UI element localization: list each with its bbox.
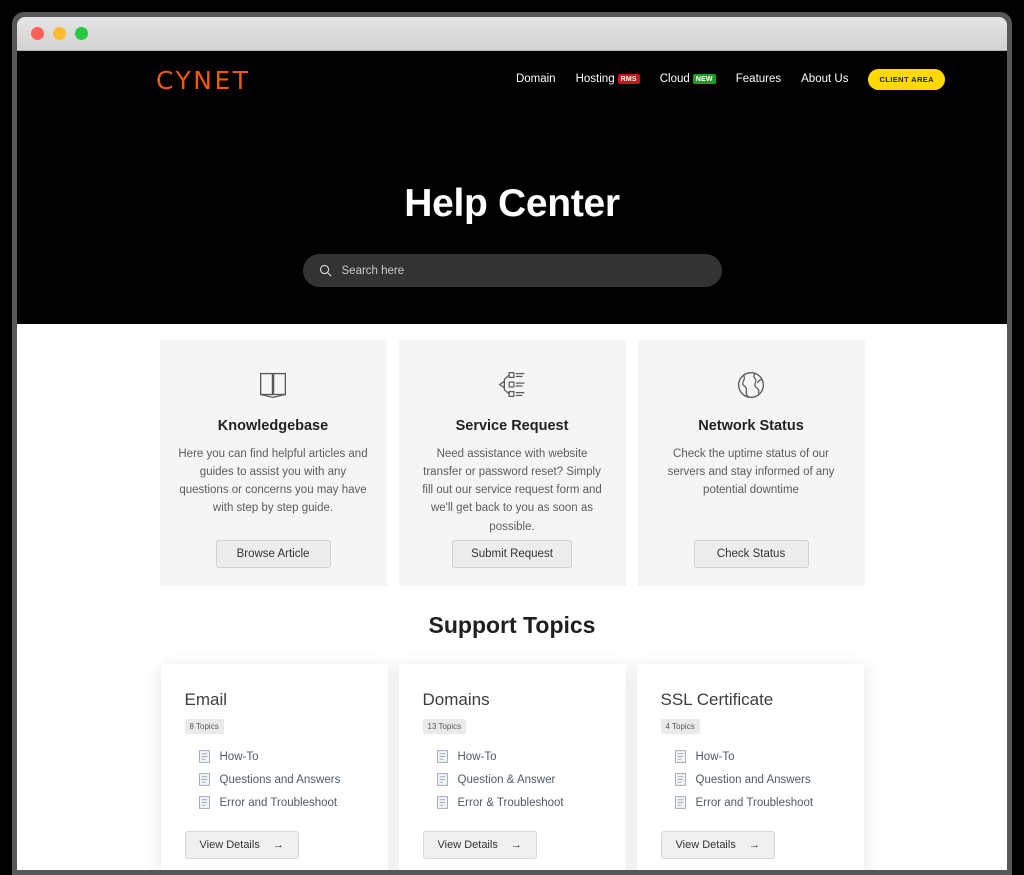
search-wrapper: [17, 254, 1007, 287]
view-details-label: View Details: [199, 839, 260, 851]
topic-card-email: Email 8 Topics How-To Questions and Answ…: [160, 664, 388, 870]
service-request-icon: [493, 362, 531, 408]
list-item[interactable]: Error and Troubleshoot: [674, 796, 840, 809]
topic-card-ssl-certificate: SSL Certificate 4 Topics How-To Question…: [636, 664, 864, 870]
list-item[interactable]: How-To: [198, 750, 364, 763]
article-icon: [674, 750, 686, 763]
nav-item-cloud[interactable]: Cloud NEW: [660, 73, 716, 85]
article-icon: [436, 796, 448, 809]
page-title: Help Center: [404, 182, 620, 225]
check-status-button[interactable]: Check Status: [693, 540, 809, 568]
nav-label: Domain: [515, 73, 556, 85]
list-item-label: How-To: [457, 750, 497, 763]
list-item-label: Questions and Answers: [219, 773, 341, 786]
article-icon: [198, 750, 210, 763]
article-icon: [198, 773, 210, 786]
nav-item-features[interactable]: Features: [736, 73, 781, 85]
topic-card-domains: Domains 13 Topics How-To Question & Answ…: [398, 664, 626, 870]
list-item-label: Error and Troubleshoot: [695, 796, 814, 809]
feature-description: Here you can find helpful articles and g…: [178, 448, 368, 515]
topic-name: SSL Certificate: [660, 690, 774, 709]
client-area-button[interactable]: CLIENT AREA: [868, 68, 945, 90]
view-details-button[interactable]: View Details →: [184, 831, 299, 859]
topic-list: How-To Questions and Answers Error and T…: [185, 750, 364, 809]
arrow-right-icon: →: [510, 839, 522, 851]
topic-name: Email: [184, 690, 228, 709]
list-item-label: Error & Troubleshoot: [457, 796, 564, 809]
list-item-label: Question and Answers: [695, 773, 811, 786]
minimize-window-button[interactable]: [53, 27, 66, 40]
nav-item-hosting[interactable]: Hosting RMS: [576, 73, 640, 85]
book-icon: [254, 362, 292, 408]
arrow-right-icon: →: [748, 839, 760, 851]
list-item[interactable]: Error and Troubleshoot: [198, 796, 364, 809]
hero-section: CYNET Domain Hosting RMS Cloud NEW Featu…: [17, 51, 1007, 324]
list-item[interactable]: Questions and Answers: [198, 773, 364, 786]
nav-label: About Us: [801, 73, 849, 85]
list-item[interactable]: Error & Troubleshoot: [436, 796, 602, 809]
search-input[interactable]: [341, 264, 706, 277]
list-item[interactable]: How-To: [674, 750, 840, 763]
support-topics-title: Support Topics: [428, 612, 596, 638]
list-item-label: How-To: [695, 750, 735, 763]
nav-item-domain[interactable]: Domain: [516, 73, 556, 85]
topic-count-badge: 13 Topics: [422, 719, 467, 734]
nav-label: Features: [735, 73, 782, 85]
list-item[interactable]: Question and Answers: [674, 773, 840, 786]
feature-card-service-request: Service Request Need assistance with web…: [398, 340, 626, 586]
list-item[interactable]: How-To: [436, 750, 602, 763]
view-details-label: View Details: [437, 839, 498, 851]
list-item-label: Error and Troubleshoot: [219, 796, 338, 809]
nav-badge-rms: RMS: [617, 74, 640, 84]
site-navbar: CYNET Domain Hosting RMS Cloud NEW Featu…: [17, 51, 1007, 107]
feature-card-network-status: Network Status Check the uptime status o…: [637, 340, 865, 586]
topic-count-badge: 4 Topics: [660, 719, 700, 734]
feature-cards: Knowledgebase Here you can find helpful …: [17, 324, 1007, 586]
window-titlebar: [17, 17, 1007, 51]
list-item-label: How-To: [219, 750, 259, 763]
page-viewport: CYNET Domain Hosting RMS Cloud NEW Featu…: [17, 51, 1007, 870]
search-box[interactable]: [302, 254, 722, 287]
arrow-right-icon: →: [272, 839, 284, 851]
article-icon: [674, 773, 686, 786]
nav-label: Cloud: [659, 73, 690, 85]
topic-name: Domains: [422, 690, 490, 709]
site-logo[interactable]: CYNET: [156, 68, 251, 93]
topic-list: How-To Question and Answers Error and Tr…: [661, 750, 840, 809]
maximize-window-button[interactable]: [75, 27, 88, 40]
support-topics-section: Support Topics Email 8 Topics How-To Que…: [17, 586, 1007, 870]
feature-title: Service Request: [455, 418, 569, 434]
article-icon: [436, 750, 448, 763]
globe-icon: [732, 362, 770, 408]
topic-list: How-To Question & Answer Error & Trouble…: [423, 750, 602, 809]
feature-title: Knowledgebase: [217, 418, 329, 434]
view-details-button[interactable]: View Details →: [422, 831, 537, 859]
close-window-button[interactable]: [31, 27, 44, 40]
nav-label: Hosting: [575, 73, 615, 85]
feature-description: Need assistance with website transfer or…: [422, 448, 602, 533]
view-details-label: View Details: [675, 839, 736, 851]
feature-description: Check the uptime status of our servers a…: [667, 448, 835, 497]
article-icon: [674, 796, 686, 809]
nav-badge-new: NEW: [692, 74, 716, 84]
nav-item-about-us[interactable]: About Us: [801, 73, 848, 85]
topic-count-badge: 8 Topics: [184, 719, 224, 734]
view-details-button[interactable]: View Details →: [660, 831, 775, 859]
nav-links: Domain Hosting RMS Cloud NEW Features Ab: [516, 68, 959, 90]
topic-cards: Email 8 Topics How-To Questions and Answ…: [17, 664, 1007, 870]
feature-title: Network Status: [698, 418, 804, 434]
list-item[interactable]: Question & Answer: [436, 773, 602, 786]
submit-request-button[interactable]: Submit Request: [452, 540, 572, 568]
article-icon: [436, 773, 448, 786]
article-icon: [198, 796, 210, 809]
browser-window: CYNET Domain Hosting RMS Cloud NEW Featu…: [12, 12, 1012, 875]
browse-article-button[interactable]: Browse Article: [215, 540, 331, 568]
search-icon: [319, 264, 331, 277]
feature-card-knowledgebase: Knowledgebase Here you can find helpful …: [159, 340, 387, 586]
list-item-label: Question & Answer: [457, 773, 556, 786]
